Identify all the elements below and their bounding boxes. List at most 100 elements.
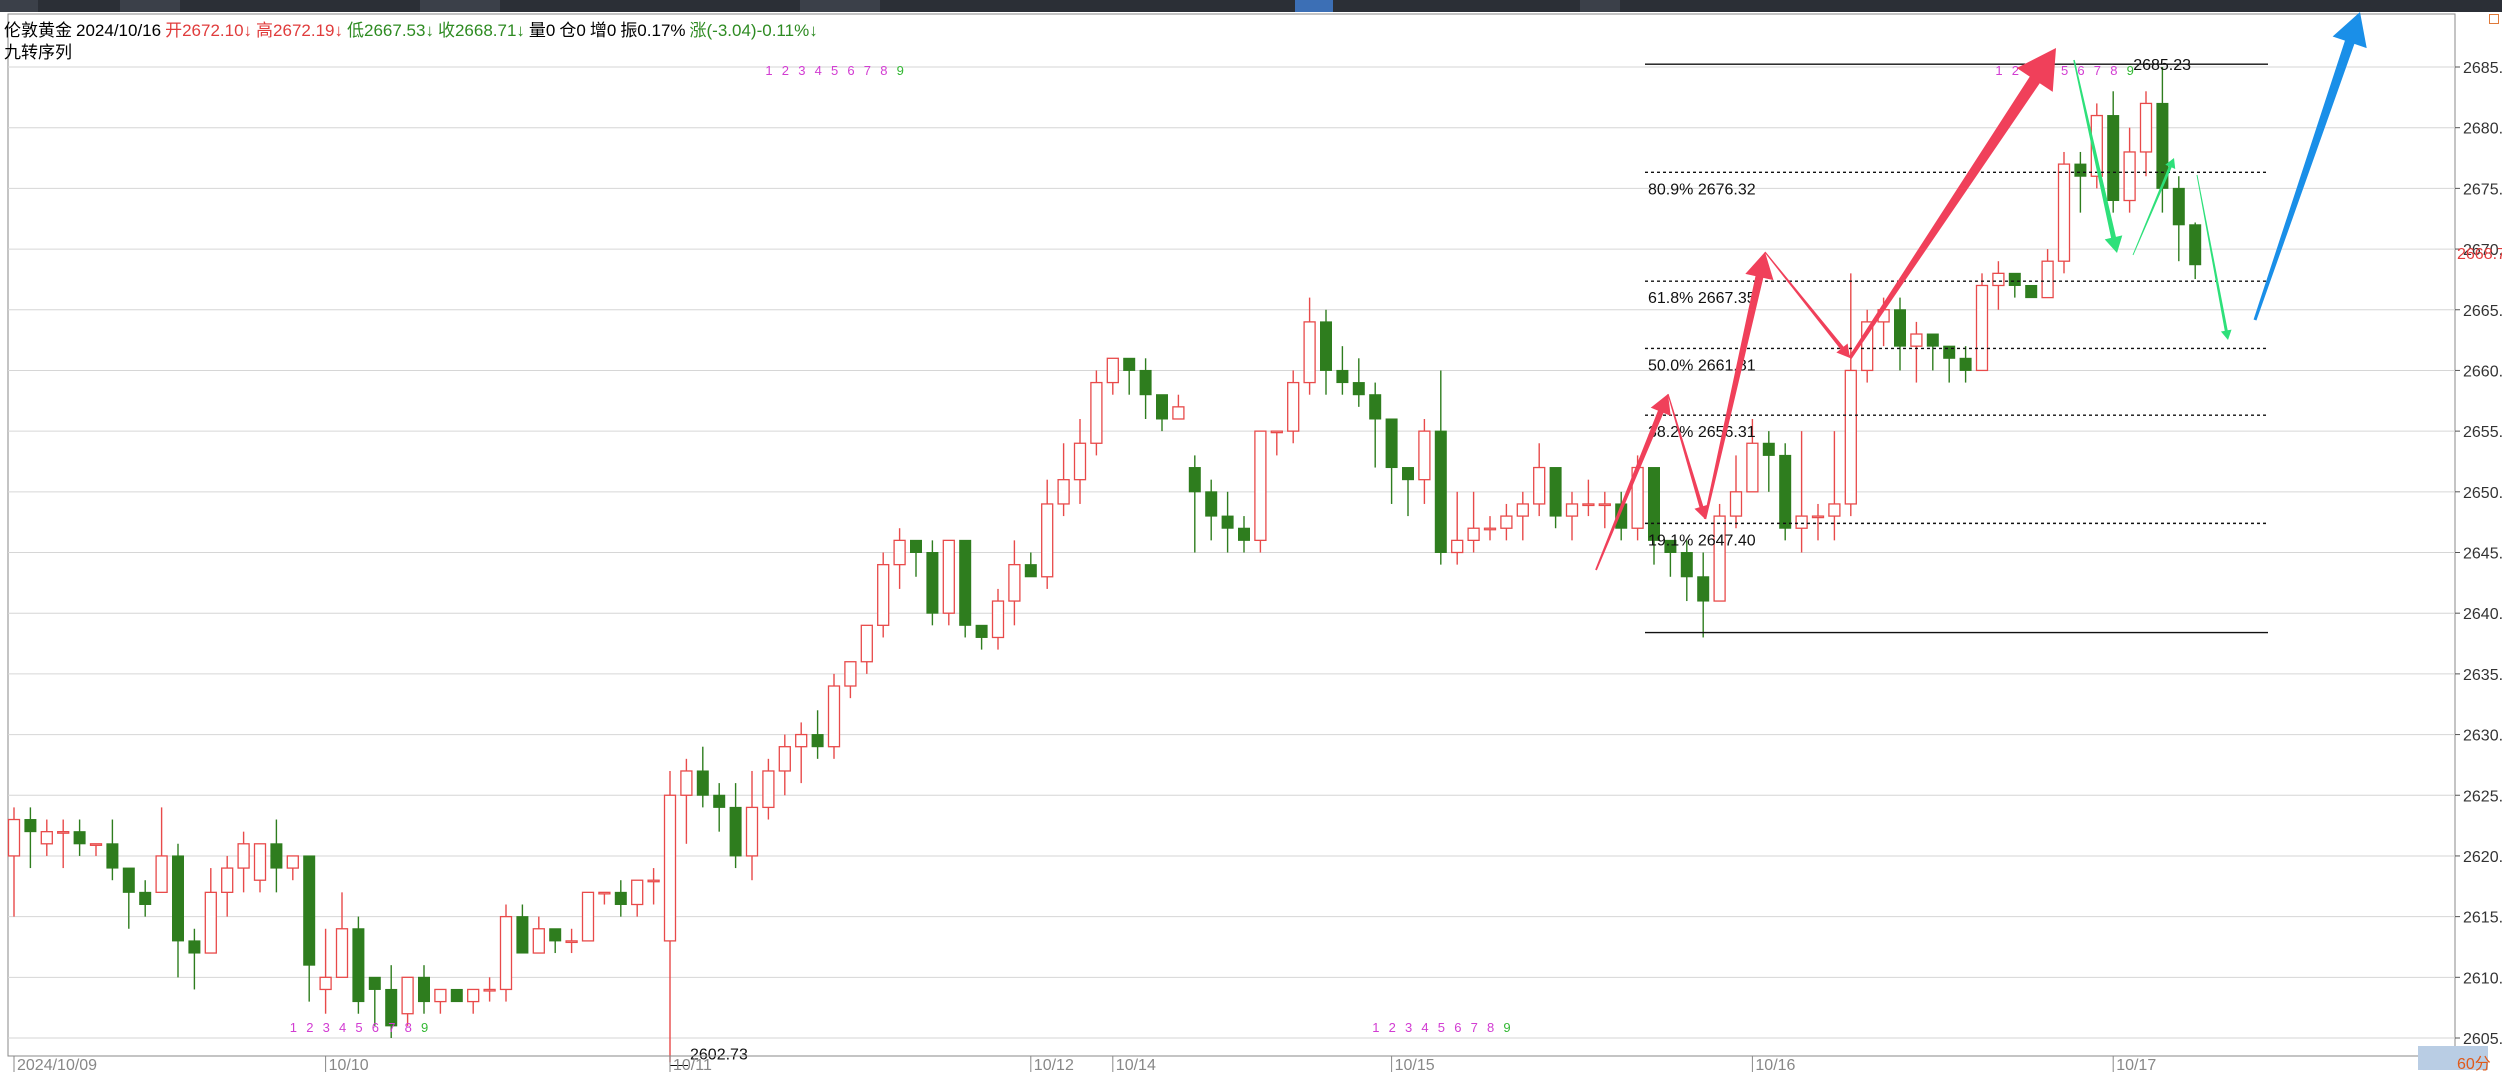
y-tick-label: 2635.0: [2463, 667, 2502, 684]
candle-body: [2041, 260, 2054, 299]
candle-body: [352, 928, 365, 1003]
candle-body: [40, 831, 53, 845]
candle: [1861, 309, 1874, 383]
candle: [1352, 358, 1365, 407]
td-sequence-number: 7: [2094, 63, 2101, 78]
candle-body: [1057, 479, 1070, 505]
candle-body: [1828, 503, 1841, 517]
candle-body: [1123, 357, 1136, 371]
candle-body: [1238, 527, 1250, 541]
candle-body: [778, 746, 791, 772]
change: 涨(-3.04)-0.11%↓: [689, 21, 818, 40]
candle-body: [467, 988, 480, 1003]
td-sequence-number: 4: [1421, 1020, 1428, 1035]
candle-body: [237, 843, 250, 869]
candle: [877, 552, 890, 638]
candle: [1090, 370, 1103, 456]
candle-body: [811, 734, 824, 748]
candle: [1188, 455, 1201, 553]
candle-body: [1402, 467, 1414, 481]
y-tick-label: 2660.0: [2463, 363, 2502, 380]
candle-body: [1894, 309, 1906, 347]
candle-body: [1533, 466, 1546, 505]
x-tick-label: 10/10: [329, 1057, 369, 1072]
toolbar-tab[interactable]: [0, 0, 38, 12]
candle-body: [795, 733, 808, 748]
candle-body: [253, 843, 267, 881]
candle-body: [303, 855, 316, 966]
candle-body: [1565, 503, 1579, 517]
candle-body: [991, 600, 1005, 639]
candle: [1762, 431, 1775, 492]
candle: [1205, 479, 1218, 541]
candle-body: [745, 806, 759, 857]
candle: [483, 977, 496, 1002]
candle: [1533, 443, 1546, 517]
candle-body: [204, 891, 217, 954]
candle: [499, 904, 513, 1002]
candle: [1434, 370, 1447, 565]
toolbar-tab[interactable]: [420, 0, 500, 12]
amplitude: 振0.17%: [620, 21, 686, 40]
candlestick-chart[interactable]: 80.9% 2676.3261.8% 2667.3550.0% 2661.813…: [0, 12, 2502, 1072]
candle-body: [614, 891, 627, 905]
y-tick-label: 2685.0: [2463, 60, 2502, 77]
toolbar-tab-active[interactable]: [1295, 0, 1333, 12]
candle: [926, 540, 939, 626]
candle-body: [1500, 515, 1513, 529]
candle: [1172, 394, 1185, 420]
x-tick-label: 2024/10/09: [17, 1057, 97, 1072]
td-sequence-number: 5: [2061, 63, 2068, 78]
td-sequence-number: 9: [897, 63, 904, 78]
candle: [1254, 430, 1267, 553]
candle: [40, 819, 53, 856]
y-tick-label: 2645.0: [2463, 546, 2502, 563]
x-tick-label: 10/16: [1755, 1057, 1795, 1072]
candle: [1024, 552, 1037, 578]
toolbar-tab[interactable]: [800, 0, 880, 12]
candle-body: [1385, 418, 1398, 469]
candle: [2107, 91, 2120, 213]
y-tick-label: 2680.0: [2463, 121, 2502, 138]
settings-corner-icon[interactable]: [2489, 14, 2499, 24]
candle: [1123, 357, 1136, 395]
candle-body: [631, 879, 644, 906]
toolbar-tab[interactable]: [120, 0, 180, 12]
candle: [565, 928, 578, 954]
candle-body: [877, 563, 890, 626]
x-tick-label: 10/17: [2116, 1057, 2156, 1072]
candle: [434, 988, 447, 1014]
down-arrow-red: [1667, 393, 1709, 519]
candle: [1156, 394, 1168, 432]
candle: [450, 988, 463, 1003]
candle-body: [581, 891, 595, 942]
candle: [1418, 418, 1431, 504]
fib-level-label: 38.2% 2656.31: [1648, 424, 1756, 441]
candle-body: [1582, 503, 1595, 507]
candle-body: [549, 928, 562, 942]
candle-body: [1992, 272, 2005, 287]
candle: [2123, 127, 2136, 213]
candle: [827, 673, 841, 759]
candle-body: [122, 867, 135, 893]
candle: [303, 855, 316, 1002]
candle: [352, 916, 365, 1014]
candle-body: [24, 819, 37, 833]
candle-body: [89, 843, 103, 846]
toolbar-tab[interactable]: [1580, 0, 1620, 12]
candle-body: [221, 867, 234, 894]
candle-body: [844, 661, 857, 687]
candle: [680, 758, 693, 844]
candle: [253, 843, 267, 893]
td-sequence-number: 1: [765, 63, 772, 78]
candle-body: [1844, 369, 1857, 505]
candle-body: [1024, 564, 1037, 578]
candle: [713, 783, 726, 832]
td-sequence-labels: 123456789123456789123456789123456789: [290, 63, 2134, 1035]
td-sequence-number: 7: [864, 63, 871, 78]
td-sequence-number: 9: [421, 1020, 428, 1035]
time-axis: 2024/10/09 10/10 10/11 10/12 10/14 10/15 10/16…: [8, 1055, 2455, 1072]
open-interest: 仓0: [559, 21, 586, 40]
candle: [598, 891, 611, 905]
candle-body: [73, 831, 86, 845]
